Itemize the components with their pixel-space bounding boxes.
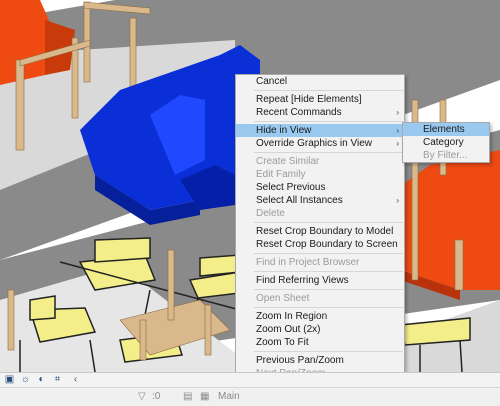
menu-item-edit-family: Edit Family	[236, 168, 404, 181]
submenu-arrow-icon: ›	[396, 108, 399, 117]
hide-in-view-submenu: Elements Category By Filter...	[402, 122, 490, 163]
menu-item-zoom-in-region[interactable]: Zoom In Region	[236, 310, 404, 323]
menu-item-by-filter: By Filter...	[403, 149, 489, 162]
shadows-icon[interactable]: ◐	[36, 374, 47, 385]
menu-item-label: Open Sheet	[256, 293, 310, 304]
menu-item-elements[interactable]: Elements	[403, 123, 489, 136]
context-menu: Cancel Repeat [Hide Elements] Recent Comma…	[235, 74, 405, 372]
menu-item-label: Previous Pan/Zoom	[256, 355, 344, 366]
layers-icon[interactable]: ▦	[200, 391, 209, 403]
menu-item-recent-commands[interactable]: Recent Commands ›	[236, 106, 404, 119]
menu-item-label: By Filter...	[423, 150, 468, 161]
menu-item-cancel[interactable]: Cancel	[236, 75, 404, 88]
sun-path-icon[interactable]: ☼	[20, 374, 31, 385]
status-bar: ▽ :0 ▤ ▦ Main	[0, 387, 500, 406]
menu-item-label: Repeat [Hide Elements]	[256, 94, 362, 105]
menu-item-label: Find Referring Views	[256, 275, 349, 286]
menu-item-override-graphics-in-view[interactable]: Override Graphics in View ›	[236, 137, 404, 150]
menu-separator	[254, 253, 403, 254]
menu-item-hide-in-view[interactable]: Hide in View ›	[236, 124, 404, 137]
menu-separator	[254, 351, 403, 352]
menu-item-label: Zoom To Fit	[256, 337, 309, 348]
menu-item-label: Reset Crop Boundary to Model	[256, 226, 394, 237]
menu-item-select-previous[interactable]: Select Previous	[236, 181, 404, 194]
menu-item-select-all-instances[interactable]: Select All Instances ›	[236, 194, 404, 207]
menu-item-label: Create Similar	[256, 156, 320, 167]
filter-icon[interactable]: ▽	[138, 391, 146, 403]
menu-item-label: Elements	[423, 124, 465, 135]
menu-separator	[254, 90, 403, 91]
menu-item-reset-crop-boundary-to-model[interactable]: Reset Crop Boundary to Model	[236, 225, 404, 238]
menu-item-create-similar: Create Similar	[236, 155, 404, 168]
menu-item-label: Category	[423, 137, 464, 148]
menu-item-label: Find in Project Browser	[256, 257, 360, 268]
menu-item-find-in-project-browser: Find in Project Browser	[236, 256, 404, 269]
menu-item-label: Reset Crop Boundary to Screen	[256, 239, 398, 250]
menu-item-label: Cancel	[256, 76, 288, 87]
menu-item-label: Hide in View	[256, 125, 312, 136]
menu-item-label: Override Graphics in View	[256, 138, 372, 149]
menu-separator	[254, 222, 403, 223]
active-model[interactable]: Main	[218, 391, 240, 403]
menu-item-repeat-hide-elements[interactable]: Repeat [Hide Elements]	[236, 93, 404, 106]
sheet-icon[interactable]: ▤	[183, 391, 192, 403]
menu-item-label: Edit Family	[256, 169, 306, 180]
view-control-bar: ▣ ☼ ◐ ⌗ ‹	[0, 372, 500, 387]
menu-item-reset-crop-boundary-to-screen[interactable]: Reset Crop Boundary to Screen	[236, 238, 404, 251]
visual-style-icon[interactable]: ▣	[4, 374, 15, 385]
menu-item-find-referring-views[interactable]: Find Referring Views	[236, 274, 404, 287]
menu-separator	[254, 152, 403, 153]
menu-item-label: Select All Instances	[256, 195, 343, 206]
submenu-arrow-icon: ›	[396, 196, 399, 205]
submenu-arrow-icon: ›	[396, 139, 399, 148]
menu-item-label: Recent Commands	[256, 107, 342, 118]
menu-item-label: Select Previous	[256, 182, 326, 193]
crop-region-icon[interactable]: ⌗	[52, 374, 63, 385]
scroll-left-icon[interactable]: ‹	[70, 374, 81, 385]
menu-item-open-sheet: Open Sheet	[236, 292, 404, 305]
menu-item-previous-pan-zoom[interactable]: Previous Pan/Zoom	[236, 354, 404, 367]
menu-separator	[254, 307, 403, 308]
menu-separator	[254, 121, 403, 122]
menu-item-label: Zoom In Region	[256, 311, 328, 322]
menu-item-category[interactable]: Category	[403, 136, 489, 149]
selection-count: :0	[152, 391, 161, 402]
menu-separator	[254, 289, 403, 290]
menu-item-delete: Delete	[236, 207, 404, 220]
menu-item-label: Zoom Out (2x)	[256, 324, 321, 335]
menu-separator	[254, 271, 403, 272]
submenu-arrow-icon: ›	[396, 126, 399, 135]
3d-viewport[interactable]: Cancel Repeat [Hide Elements] Recent Comma…	[0, 0, 500, 372]
menu-item-zoom-to-fit[interactable]: Zoom To Fit	[236, 336, 404, 349]
menu-item-zoom-out-2x[interactable]: Zoom Out (2x)	[236, 323, 404, 336]
menu-item-label: Delete	[256, 208, 285, 219]
